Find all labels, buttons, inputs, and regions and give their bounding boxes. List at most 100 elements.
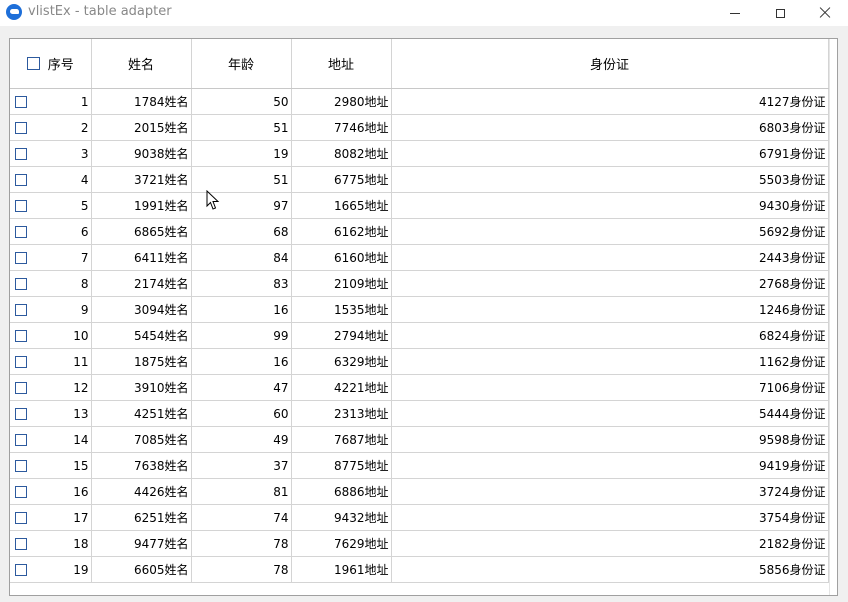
row-name-cell: 5454姓名: [91, 322, 192, 349]
table-row[interactable]: 1 1784姓名 50 2980地址 4127身份证: [10, 88, 829, 115]
row-seq-cell: 16: [10, 478, 92, 505]
row-address-cell: 8082地址: [291, 140, 392, 167]
row-checkbox[interactable]: [15, 434, 27, 446]
row-age-cell: 51: [191, 166, 292, 193]
minimize-button[interactable]: [712, 0, 758, 26]
column-header-label: 序号: [47, 58, 74, 73]
data-table: 序号 姓名 年龄 地址 身份证 1 1784姓名 50 2980地址 4127身份证 2 2…: [10, 39, 829, 583]
row-seq-label: 7: [80, 250, 89, 265]
row-checkbox[interactable]: [15, 304, 27, 316]
column-header-seq[interactable]: 序号: [10, 39, 92, 89]
column-header-name[interactable]: 姓名: [91, 39, 192, 89]
row-name-cell: 4426姓名: [91, 478, 192, 505]
row-seq-cell: 13: [10, 400, 92, 427]
table-row[interactable]: 2 2015姓名 51 7746地址 6803身份证: [10, 114, 829, 141]
row-age-cell: 37: [191, 452, 292, 479]
row-id-card-cell: 1162身份证: [391, 348, 829, 375]
row-id-card-cell: 6803身份证: [391, 114, 829, 141]
row-name-cell: 1875姓名: [91, 348, 192, 375]
column-header-id-card[interactable]: 身份证: [391, 39, 829, 89]
row-checkbox[interactable]: [15, 356, 27, 368]
title-bar: vlistEx - table adapter: [0, 0, 848, 26]
row-age-cell: 83: [191, 270, 292, 297]
row-id-card-cell: 5856身份证: [391, 556, 829, 583]
row-checkbox[interactable]: [15, 200, 27, 212]
select-all-checkbox[interactable]: [26, 57, 40, 70]
close-button[interactable]: [802, 0, 848, 26]
table-row[interactable]: 10 5454姓名 99 2794地址 6824身份证: [10, 322, 829, 349]
table-row[interactable]: 11 1875姓名 16 6329地址 1162身份证: [10, 348, 829, 375]
row-address-cell: 2313地址: [291, 400, 392, 427]
row-seq-cell: 18: [10, 530, 92, 557]
table-row[interactable]: 13 4251姓名 60 2313地址 5444身份证: [10, 400, 829, 427]
row-seq-label: 4: [80, 172, 89, 187]
row-id-card-cell: 6791身份证: [391, 140, 829, 167]
row-seq-label: 10: [73, 328, 89, 343]
row-seq-cell: 19: [10, 556, 92, 583]
row-seq-label: 3: [80, 146, 89, 161]
row-checkbox[interactable]: [15, 148, 27, 160]
row-checkbox[interactable]: [15, 278, 27, 290]
maximize-button[interactable]: [757, 0, 803, 26]
table-row[interactable]: 4 3721姓名 51 6775地址 5503身份证: [10, 166, 829, 193]
row-checkbox[interactable]: [15, 330, 27, 342]
row-seq-cell: 8: [10, 270, 92, 297]
row-checkbox[interactable]: [15, 408, 27, 420]
row-seq-label: 18: [73, 536, 89, 551]
table-row[interactable]: 15 7638姓名 37 8775地址 9419身份证: [10, 452, 829, 479]
row-seq-label: 5: [80, 198, 89, 213]
row-name-cell: 7085姓名: [91, 426, 192, 453]
row-id-card-cell: 4127身份证: [391, 88, 829, 115]
table-row[interactable]: 16 4426姓名 81 6886地址 3724身份证: [10, 478, 829, 505]
row-address-cell: 6886地址: [291, 478, 392, 505]
table-row[interactable]: 3 9038姓名 19 8082地址 6791身份证: [10, 140, 829, 167]
row-address-cell: 6329地址: [291, 348, 392, 375]
row-seq-label: 1: [80, 94, 89, 109]
row-checkbox[interactable]: [15, 122, 27, 134]
vertical-scrollbar[interactable]: [829, 39, 837, 595]
row-name-cell: 3910姓名: [91, 374, 192, 401]
row-name-cell: 1784姓名: [91, 88, 192, 115]
row-id-card-cell: 2768身份证: [391, 270, 829, 297]
table-view[interactable]: 序号 姓名 年龄 地址 身份证 1 1784姓名 50 2980地址 4127身份证 2 2…: [9, 38, 838, 596]
row-address-cell: 6162地址: [291, 218, 392, 245]
row-address-cell: 7629地址: [291, 530, 392, 557]
table-row[interactable]: 7 6411姓名 84 6160地址 2443身份证: [10, 244, 829, 271]
row-age-cell: 16: [191, 296, 292, 323]
row-seq-label: 2: [80, 120, 89, 135]
row-checkbox[interactable]: [15, 174, 27, 186]
table-row[interactable]: 18 9477姓名 78 7629地址 2182身份证: [10, 530, 829, 557]
column-header-age[interactable]: 年龄: [191, 39, 292, 89]
row-seq-label: 11: [73, 354, 89, 369]
close-icon: [819, 7, 831, 19]
row-checkbox[interactable]: [15, 252, 27, 264]
row-checkbox[interactable]: [15, 486, 27, 498]
row-checkbox[interactable]: [15, 226, 27, 238]
row-seq-label: 19: [73, 562, 89, 577]
row-checkbox[interactable]: [15, 512, 27, 524]
row-address-cell: 7746地址: [291, 114, 392, 141]
row-checkbox[interactable]: [15, 96, 27, 108]
table-row[interactable]: 9 3094姓名 16 1535地址 1246身份证: [10, 296, 829, 323]
row-checkbox[interactable]: [15, 564, 27, 576]
row-age-cell: 19: [191, 140, 292, 167]
row-name-cell: 4251姓名: [91, 400, 192, 427]
table-row[interactable]: 6 6865姓名 68 6162地址 5692身份证: [10, 218, 829, 245]
table-row[interactable]: 12 3910姓名 47 4221地址 7106身份证: [10, 374, 829, 401]
row-age-cell: 50: [191, 88, 292, 115]
row-name-cell: 6411姓名: [91, 244, 192, 271]
table-row[interactable]: 8 2174姓名 83 2109地址 2768身份证: [10, 270, 829, 297]
row-age-cell: 16: [191, 348, 292, 375]
row-seq-cell: 15: [10, 452, 92, 479]
row-age-cell: 51: [191, 114, 292, 141]
row-checkbox[interactable]: [15, 460, 27, 472]
row-seq-label: 14: [73, 432, 89, 447]
row-seq-label: 17: [73, 510, 89, 525]
table-row[interactable]: 14 7085姓名 49 7687地址 9598身份证: [10, 426, 829, 453]
row-checkbox[interactable]: [15, 538, 27, 550]
table-row[interactable]: 19 6605姓名 78 1961地址 5856身份证: [10, 556, 829, 583]
table-row[interactable]: 5 1991姓名 97 1665地址 9430身份证: [10, 192, 829, 219]
column-header-address[interactable]: 地址: [291, 39, 392, 89]
row-checkbox[interactable]: [15, 382, 27, 394]
table-row[interactable]: 17 6251姓名 74 9432地址 3754身份证: [10, 504, 829, 531]
